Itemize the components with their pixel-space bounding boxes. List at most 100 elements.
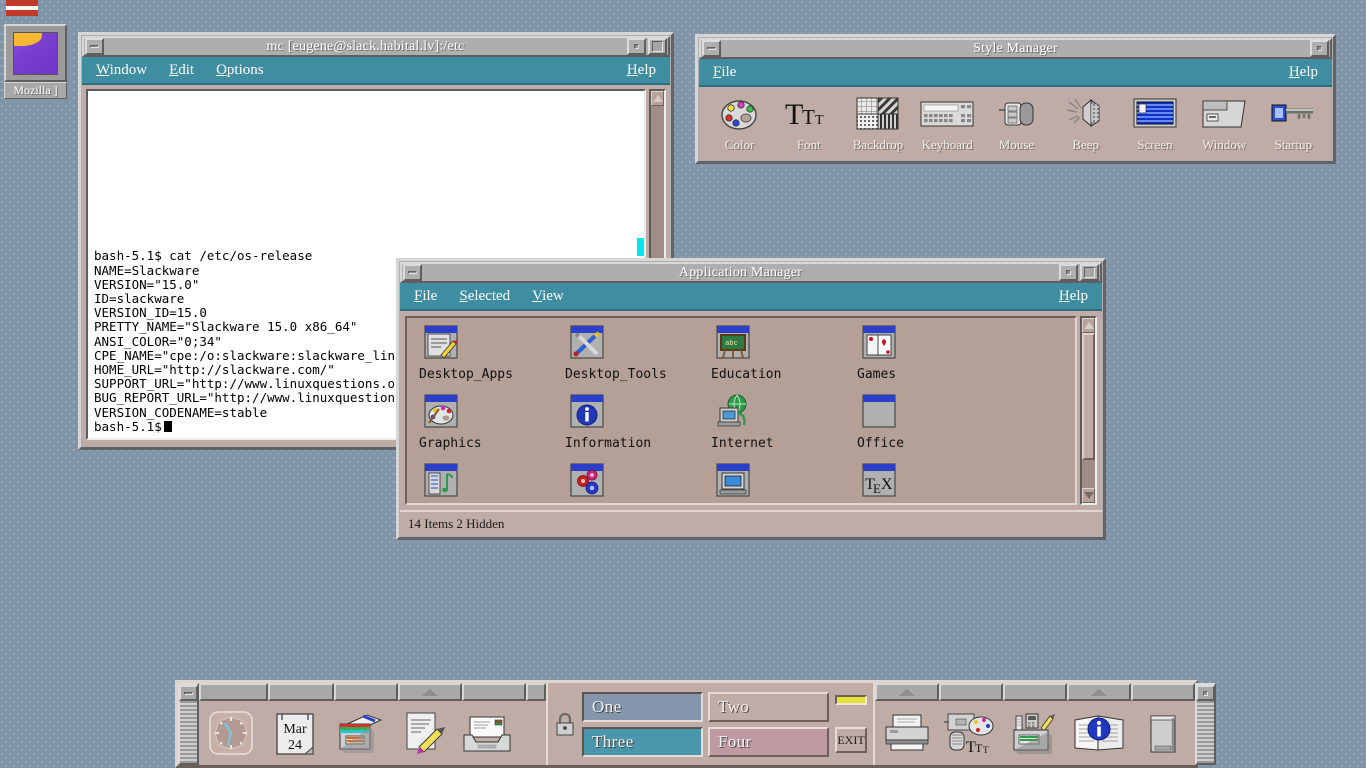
font-icon: T T T (774, 93, 843, 135)
front-panel[interactable]: Mar 24 One Two Three Four EXIT T T T (175, 680, 1216, 768)
app-item-information[interactable]: Information (565, 393, 711, 454)
exit-button[interactable]: EXIT (835, 727, 867, 753)
calendar-month: Mar (283, 722, 307, 737)
busy-indicator-light[interactable] (835, 695, 867, 705)
style-button-keyboard[interactable]: Keyboard (913, 93, 982, 153)
panel-grip-left[interactable] (178, 683, 199, 765)
panel-button-clock[interactable] (199, 708, 263, 758)
scroll-track[interactable] (1082, 460, 1095, 488)
style-button-font[interactable]: T T T Font (774, 93, 843, 153)
app-icon-canvas[interactable]: Desktop_Apps Desktop_Tools abc Education… (405, 316, 1077, 505)
panel-button-calendar[interactable]: Mar 24 (263, 709, 327, 757)
subpanel-printer[interactable] (875, 683, 939, 701)
app-manager-menubar[interactable]: File Selected View Help (400, 283, 1102, 311)
app-item-system-admin[interactable]: System Admin (711, 462, 857, 503)
scroll-up-button[interactable] (1082, 318, 1095, 333)
subpanel-app-manager[interactable] (1003, 683, 1067, 701)
app-item-system[interactable]: System (565, 462, 711, 503)
app-maximize-button[interactable] (1080, 264, 1099, 281)
desktop-icon-mozilla[interactable]: Mozilla ] (4, 0, 67, 99)
menu-edit[interactable]: Edit (169, 62, 194, 79)
subpanel-calendar[interactable] (268, 683, 334, 701)
style-manager-menubar[interactable]: File Help (699, 59, 1332, 87)
terminal-titlebar[interactable]: mc [eugene@slack.habital.lv]:/etc (82, 36, 670, 57)
restore-icon (1317, 46, 1322, 51)
style-button-window[interactable]: Window (1190, 93, 1259, 153)
panel-button-trash[interactable] (1131, 710, 1195, 756)
folder-notepad-icon (424, 325, 458, 359)
svg-text:T: T (983, 745, 989, 755)
workspace-button-two[interactable]: Two (708, 691, 829, 722)
menu-file[interactable]: File (414, 288, 437, 305)
terminal-minimize-button[interactable] (85, 38, 104, 55)
app-manager-scrollbar[interactable] (1080, 316, 1097, 505)
workspace-button-three[interactable]: Three (582, 726, 703, 757)
app-item-graphics[interactable]: Graphics (419, 393, 565, 454)
subpanel-help[interactable] (1067, 683, 1131, 701)
menu-selected[interactable]: Selected (459, 288, 510, 305)
mozilla-icon-frame[interactable] (4, 24, 67, 82)
app-item-office[interactable]: Office (857, 393, 1003, 454)
subpanel-clock[interactable] (199, 683, 268, 701)
menu-help[interactable]: Help (1289, 64, 1318, 81)
menu-view[interactable]: View (532, 288, 564, 305)
subpanel-style-manager[interactable] (939, 683, 1003, 701)
menu-options[interactable]: Options (216, 62, 264, 79)
scroll-thumb[interactable] (1082, 333, 1095, 460)
padlock-icon[interactable] (554, 711, 576, 737)
style-button-backdrop[interactable]: Backdrop (843, 93, 912, 153)
app-item-internet[interactable]: Internet (711, 393, 857, 454)
subpanel-file-manager[interactable] (334, 683, 398, 701)
app-minimize-button[interactable] (403, 264, 422, 281)
subpanel-mailer[interactable] (462, 683, 526, 701)
terminal-menubar[interactable]: Window Edit Options Help (82, 57, 670, 85)
app-item-tex[interactable]: T E X TeX (857, 462, 1003, 503)
style-button-beep[interactable]: Beep (1051, 93, 1120, 153)
subpanel-trash[interactable] (1131, 683, 1195, 701)
app-manager-titlebar[interactable]: Application Manager (400, 262, 1102, 283)
style-restore-button[interactable] (1310, 40, 1329, 57)
style-manager-window[interactable]: Style Manager File Help Color T T T Font… (695, 34, 1336, 164)
mail-tray-icon (463, 716, 511, 752)
style-button-mouse[interactable]: Mouse (982, 93, 1051, 153)
scroll-down-button[interactable] (1082, 488, 1095, 503)
app-item-desktop-tools[interactable]: Desktop_Tools (565, 324, 711, 385)
workspace-button-four[interactable]: Four (708, 726, 829, 757)
panel-grip-right[interactable] (1195, 683, 1216, 765)
panel-button-text-editor[interactable] (391, 709, 455, 757)
subpanel-text-editor[interactable] (398, 683, 462, 701)
style-button-color[interactable]: Color (705, 93, 774, 153)
panel-button-printer[interactable] (875, 711, 939, 755)
menu-help[interactable]: Help (627, 62, 656, 79)
style-button-startup[interactable]: Startup (1259, 93, 1328, 153)
menu-help[interactable]: Help (1059, 288, 1088, 305)
app-label: Education (711, 367, 782, 382)
restore-icon (1066, 270, 1071, 275)
app-item-desktop-apps[interactable]: Desktop_Apps (419, 324, 565, 385)
terminal-restore-button[interactable] (627, 38, 646, 55)
style-label-backdrop: Backdrop (852, 137, 904, 152)
panel-button-file-manager[interactable] (327, 709, 391, 757)
menu-file[interactable]: File (713, 64, 736, 81)
panel-button-mailer[interactable] (455, 711, 519, 755)
style-button-screen[interactable]: Screen (1120, 93, 1189, 153)
style-minimize-button[interactable] (702, 40, 721, 57)
app-restore-button[interactable] (1059, 264, 1078, 281)
terminal-selection-marker (637, 238, 644, 256)
minimize-icon (408, 271, 417, 274)
panel-button-app-manager[interactable] (1003, 710, 1067, 756)
app-item-education[interactable]: abc Education (711, 324, 857, 385)
app-label: Desktop_Apps (419, 367, 513, 382)
style-manager-titlebar[interactable]: Style Manager (699, 38, 1332, 59)
menu-window[interactable]: Window (96, 62, 147, 79)
panel-restore-button[interactable] (1196, 685, 1215, 701)
workspace-button-one[interactable]: One (582, 691, 703, 722)
application-manager-window[interactable]: Application Manager File Selected View H… (396, 258, 1106, 540)
panel-button-style-manager[interactable]: T T T (939, 710, 1003, 756)
scroll-up-button[interactable] (651, 91, 664, 106)
panel-button-help[interactable] (1067, 710, 1131, 756)
app-item-games[interactable]: Games (857, 324, 1003, 385)
terminal-maximize-button[interactable] (648, 38, 667, 55)
app-item-sound-and-video[interactable]: Sound and Video (419, 462, 565, 503)
panel-minimize-button[interactable] (179, 685, 198, 701)
